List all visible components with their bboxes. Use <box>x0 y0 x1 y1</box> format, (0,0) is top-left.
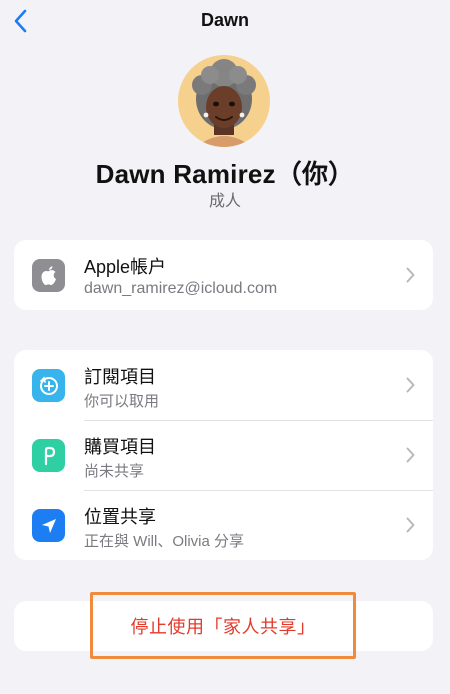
apple-account-row[interactable]: Apple帳户 dawn_ramirez@icloud.com <box>14 240 433 310</box>
purchases-row[interactable]: 購買項目 尚未共享 <box>14 420 433 490</box>
location-sharing-row[interactable]: 位置共享 正在與 Will、Olivia 分享 <box>14 490 433 560</box>
subscription-icon <box>32 369 65 402</box>
stop-family-sharing-button[interactable]: 停止使用「家人共享」 <box>90 592 356 659</box>
avatar <box>178 55 270 147</box>
location-title: 位置共享 <box>84 507 156 527</box>
navigation-bar: Dawn <box>0 0 450 42</box>
chevron-right-icon <box>406 377 415 393</box>
subscriptions-subtitle: 你可以取用 <box>84 393 160 410</box>
sharing-features-card: 訂閱項目 你可以取用 購買項目 尚未共享 位置共享 正在與 Will、Olivi… <box>14 350 433 560</box>
chevron-right-icon <box>406 447 415 463</box>
profile-role: 成人 <box>208 193 241 210</box>
location-subtitle: 正在與 Will、Olivia 分享 <box>84 533 244 550</box>
account-title: Apple帳户 <box>84 257 167 277</box>
account-email: dawn_ramirez@icloud.com <box>84 280 278 297</box>
subscriptions-title: 訂閱項目 <box>84 367 156 387</box>
page-title: Dawn <box>200 10 249 30</box>
apple-logo-icon <box>32 259 65 292</box>
memoji-avatar-icon <box>192 59 256 147</box>
purchases-title: 購買項目 <box>84 437 156 457</box>
purchase-icon <box>32 439 65 472</box>
chevron-right-icon <box>406 267 415 283</box>
purchases-subtitle: 尚未共享 <box>84 463 145 480</box>
profile-name: Dawn Ramirez（你） <box>95 159 355 189</box>
chevron-right-icon <box>406 517 415 533</box>
subscriptions-row[interactable]: 訂閱項目 你可以取用 <box>14 350 433 420</box>
location-arrow-icon <box>32 509 65 542</box>
account-card: Apple帳户 dawn_ramirez@icloud.com <box>14 240 433 310</box>
